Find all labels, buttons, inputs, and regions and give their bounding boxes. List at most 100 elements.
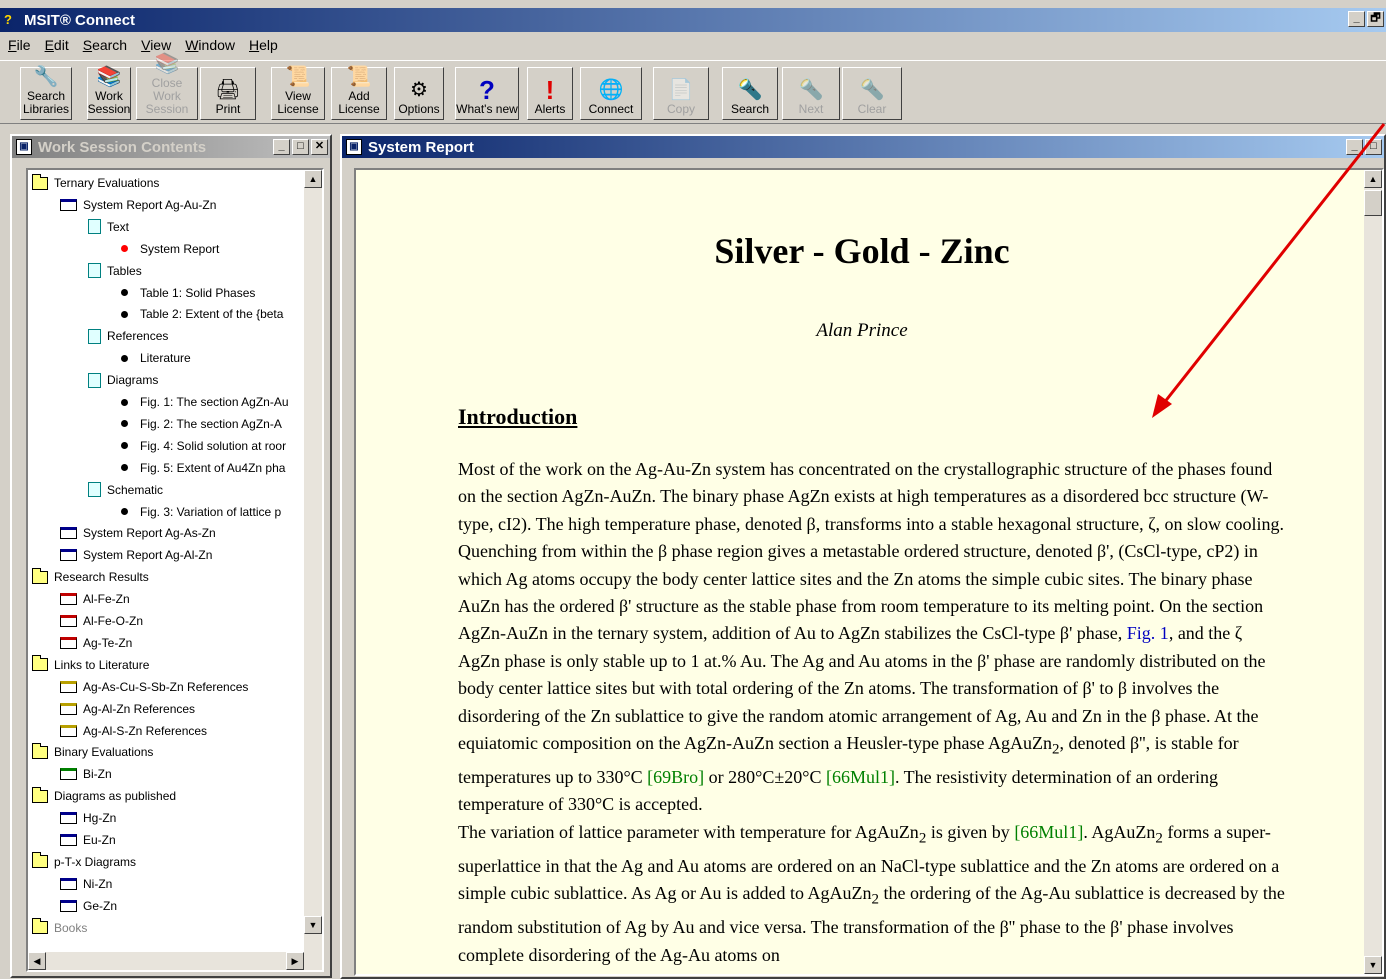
options-button[interactable]: ⚙ Options xyxy=(394,67,444,120)
menu-file[interactable]: File xyxy=(8,37,31,53)
tree-item[interactable]: Ni-Zn xyxy=(60,873,112,895)
tree-horizontal-scrollbar[interactable]: ◀ ▶ xyxy=(28,952,322,970)
scroll-down-button[interactable]: ▼ xyxy=(304,916,322,934)
tree-item[interactable]: Hg-Zn xyxy=(60,807,116,829)
tree-item-label: Tables xyxy=(107,263,142,278)
tree-item[interactable]: Table 2: Extent of the {beta xyxy=(116,303,283,325)
menu-view[interactable]: View xyxy=(141,37,171,53)
report-minimize-button[interactable]: _ xyxy=(1346,139,1363,155)
connect-button[interactable]: 🌐 Connect xyxy=(580,67,642,120)
menu-window[interactable]: Window xyxy=(185,37,235,53)
tree-item[interactable]: Research Results xyxy=(32,566,149,588)
close-work-session-button[interactable]: 📚 Close Work Session xyxy=(136,53,198,120)
report-vertical-scrollbar[interactable]: ▲ ▼ xyxy=(1364,170,1382,974)
tree-item[interactable]: Al-Fe-O-Zn xyxy=(60,610,143,632)
tree-item[interactable]: Fig. 1: The section AgZn-Au xyxy=(116,391,289,413)
window-icon: ▣ xyxy=(346,139,362,155)
tree-item[interactable]: Ag-Te-Zn xyxy=(60,632,132,654)
tree-item-label: Books xyxy=(54,920,88,935)
report-scroll-up-button[interactable]: ▲ xyxy=(1364,170,1382,188)
add-license-button[interactable]: 📜 Add License xyxy=(331,66,387,120)
tree-item-label: System Report xyxy=(140,241,220,256)
app-title: MSIT® Connect xyxy=(24,11,136,29)
scroll-left-button[interactable]: ◀ xyxy=(28,952,46,970)
view-license-button[interactable]: 📜 View License xyxy=(271,66,325,120)
tree-item[interactable]: Tables xyxy=(88,260,142,282)
tree-item-label: Eu-Zn xyxy=(83,833,116,847)
tree-item[interactable]: Al-Fe-Zn xyxy=(60,588,130,610)
pane-minimize-button[interactable]: _ xyxy=(273,139,290,155)
work-session-button[interactable]: 📚 Work Session xyxy=(87,66,131,120)
scroll-right-button[interactable]: ▶ xyxy=(286,952,304,970)
next-button[interactable]: 🔦 Next xyxy=(782,67,840,120)
tree-item[interactable]: Ternary Evaluations xyxy=(32,172,159,194)
tree-item[interactable]: System Report Ag-Al-Zn xyxy=(60,544,212,566)
tree-item[interactable]: System Report xyxy=(116,238,219,260)
print-label: Print xyxy=(215,102,241,116)
ref-66mul1-link[interactable]: [66Mul1] xyxy=(1014,822,1083,842)
flashlight-icon: 🔦 xyxy=(859,79,885,101)
fig-1-link[interactable]: Fig. 1 xyxy=(1127,623,1169,643)
minimize-button[interactable]: _ xyxy=(1348,11,1365,27)
menu-search[interactable]: Search xyxy=(83,37,127,53)
tree-item[interactable]: Bi-Zn xyxy=(60,763,112,785)
tree-item[interactable]: Books xyxy=(32,917,87,939)
tree-item-label: Fig. 3: Variation of lattice p xyxy=(140,504,282,519)
search-button[interactable]: 🔦 Search xyxy=(722,67,778,120)
tree-item-label: Ni-Zn xyxy=(83,876,113,891)
tree-item-label: Links to Literature xyxy=(54,657,150,672)
whats-new-button[interactable]: ? What's new xyxy=(455,67,519,120)
report-icon xyxy=(60,198,77,211)
report-scroll-thumb[interactable] xyxy=(1364,190,1382,216)
tree-vertical-scrollbar[interactable]: ▲ ▼ xyxy=(304,170,322,952)
section-heading: Introduction xyxy=(458,404,578,429)
tree-item[interactable]: System Report Ag-As-Zn xyxy=(60,522,216,544)
copy-button[interactable]: 📄 Copy xyxy=(653,67,709,120)
tree-item[interactable]: Ag-As-Cu-S-Sb-Zn References xyxy=(60,676,248,698)
system-report-title: System Report xyxy=(368,138,474,156)
tree-item[interactable]: Diagrams xyxy=(88,369,158,391)
tree-item[interactable]: Binary Evaluations xyxy=(32,741,153,763)
tree-item[interactable]: Ge-Zn xyxy=(60,895,117,917)
document-author: Alan Prince xyxy=(816,320,908,341)
tree-item[interactable]: Literature xyxy=(116,347,191,369)
report-icon xyxy=(60,834,77,846)
tree-item[interactable]: System Report Ag-Au-Zn xyxy=(60,194,216,216)
tree-item-label: Al-Fe-Zn xyxy=(83,592,130,607)
tree-item[interactable]: References xyxy=(88,325,168,347)
tree-item[interactable]: Ag-Al-Zn References xyxy=(60,698,195,720)
print-button[interactable]: 🖨 Print xyxy=(200,67,256,120)
tree-item-label: Binary Evaluations xyxy=(54,745,154,760)
clear-button[interactable]: 🔦 Clear xyxy=(842,67,902,120)
tree-item[interactable]: Diagrams as published xyxy=(32,785,176,807)
ref-66mul1-link[interactable]: [66Mul1] xyxy=(826,767,895,787)
tree-item[interactable]: Fig. 4: Solid solution at roor xyxy=(116,435,286,457)
ref-69bro-link[interactable]: [69Bro] xyxy=(647,767,704,787)
options-label: Options xyxy=(398,102,440,116)
bullet-icon xyxy=(121,420,128,428)
tree-item[interactable]: Eu-Zn xyxy=(60,829,116,851)
tree-item[interactable]: Schematic xyxy=(88,479,163,501)
tree-item[interactable]: Fig. 3: Variation of lattice p xyxy=(116,501,281,523)
tree-item[interactable]: p-T-x Diagrams xyxy=(32,851,136,873)
folder-icon xyxy=(32,742,48,759)
tree-item[interactable]: Fig. 2: The section AgZn-A xyxy=(116,413,282,435)
pane-maximize-button[interactable]: □ xyxy=(292,139,309,155)
tree-item[interactable]: Links to Literature xyxy=(32,654,149,676)
scroll-up-button[interactable]: ▲ xyxy=(304,170,322,188)
work-session-title: Work Session Contents xyxy=(38,138,207,156)
tree-item[interactable]: Table 1: Solid Phases xyxy=(116,282,255,304)
report-icon xyxy=(60,702,77,715)
menu-edit[interactable]: Edit xyxy=(45,37,69,53)
search-libraries-button[interactable]: 🔧 Search Libraries xyxy=(20,66,72,120)
restore-button[interactable]: 🗗 xyxy=(1367,11,1384,27)
menu-help[interactable]: Help xyxy=(249,37,278,53)
report-maximize-button[interactable]: □ xyxy=(1365,139,1382,155)
tree-item[interactable]: Ag-Al-S-Zn References xyxy=(60,720,207,742)
tree-item[interactable]: Text xyxy=(88,216,129,238)
pane-close-button[interactable]: ✕ xyxy=(311,139,328,155)
alerts-button[interactable]: ! Alerts xyxy=(527,67,573,120)
bullet-icon xyxy=(121,245,128,253)
tree-item[interactable]: Fig. 5: Extent of Au4Zn pha xyxy=(116,457,285,479)
report-scroll-down-button[interactable]: ▼ xyxy=(1364,956,1382,974)
